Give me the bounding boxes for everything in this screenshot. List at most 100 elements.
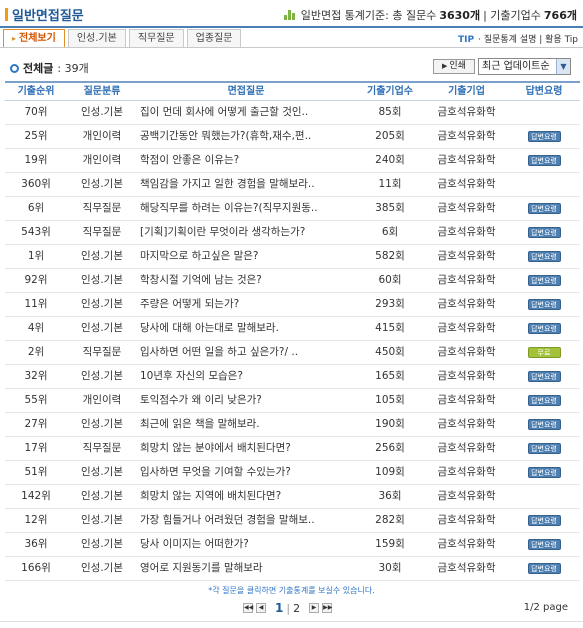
company-cell: 금호석유화학 — [437, 490, 496, 502]
question-link[interactable]: 입사하면 어떤 일을 하고 싶은가?/ .. — [137, 341, 355, 364]
category-cell: 인성.기본 — [81, 490, 123, 502]
question-link[interactable]: 당사에 대해 아는대로 말해보라. — [137, 317, 355, 340]
question-link[interactable]: 공백기간동안 뭐했는가?(휴학,재수,편.. — [137, 125, 355, 148]
question-link[interactable]: 책임감을 가지고 일한 경험을 말해보라.. — [137, 173, 355, 196]
answer-tips-button[interactable]: 답변요령 — [527, 275, 561, 286]
question-link[interactable]: 학점이 안좋은 이유는? — [137, 149, 355, 172]
table-row[interactable]: 36위 인성.기본 당사 이미지는 어떠한가? 159회 금호석유화학 답변요령 — [5, 533, 580, 557]
question-link[interactable]: 영어로 지원동기를 말해보라 — [137, 557, 355, 580]
prev-page-icon[interactable]: ◀ — [256, 603, 266, 613]
stats-prefix: 일반면접 통계기준: 총 질문수 — [300, 9, 437, 22]
tab-job[interactable]: 직무질문 — [128, 29, 184, 47]
bar-chart-icon — [283, 10, 295, 20]
table-row[interactable]: 51위 인성.기본 입사하면 무엇을 기여할 수있는가? 109회 금호석유화학 답변요령 — [5, 461, 580, 485]
tab-personality[interactable]: 인성.기본 — [67, 29, 126, 47]
pagination: ◀◀ ◀ 1 | 2 ▶ ▶▶ — [243, 601, 332, 615]
table-row[interactable]: 70위 인성.기본 집이 먼데 회사에 어떻게 출근할 것인.. 85회 금호석유화학 — [5, 101, 580, 125]
answer-tips-button[interactable]: 답변요령 — [527, 563, 561, 574]
table-row[interactable]: 17위 직무질문 희망치 않는 분야에서 배치된다면? 256회 금호석유화학 답변요령 — [5, 437, 580, 461]
answer-tips-button[interactable]: 답변요령 — [527, 323, 561, 334]
free-answer-button[interactable]: 무료 — [527, 347, 561, 358]
answer-cell: 답변요령 — [508, 197, 580, 220]
rank-cell: 27위 — [24, 418, 48, 430]
answer-tips-button[interactable]: 답변요령 — [527, 515, 561, 526]
question-link[interactable]: [기획]기획이란 무엇이라 생각하는가? — [137, 221, 355, 244]
rank-cell: 142위 — [21, 490, 51, 502]
table-row[interactable]: 55위 개인이력 토익점수가 왜 이리 낮은가? 105회 금호석유화학 답변요령 — [5, 389, 580, 413]
table-row[interactable]: 19위 개인이력 학점이 안좋은 이유는? 240회 금호석유화학 답변요령 — [5, 149, 580, 173]
page-current[interactable]: 1 — [275, 601, 283, 615]
table-row[interactable]: 142위 인성.기본 희망치 않는 지역에 배치된다면? 36회 금호석유화학 — [5, 485, 580, 509]
question-link[interactable]: 10년후 자신의 모습은? — [137, 365, 355, 388]
table-row[interactable]: 27위 인성.기본 최근에 읽은 책을 말해보라. 190회 금호석유화학 답변요령 — [5, 413, 580, 437]
table-row[interactable]: 12위 인성.기본 가장 힘들거나 어려웠던 경험을 말해보.. 282회 금호석유화학… — [5, 509, 580, 533]
category-cell: 인성.기본 — [81, 322, 123, 334]
answer-tips-button[interactable]: 답변요령 — [527, 443, 561, 454]
answer-tips-button[interactable]: 답변요령 — [527, 155, 561, 166]
question-link[interactable]: 마지막으로 하고싶은 말은? — [137, 245, 355, 268]
table-row[interactable]: 360위 인성.기본 책임감을 가지고 일한 경험을 말해보라.. 11회 금호석유화학 — [5, 173, 580, 197]
table-row[interactable]: 92위 인성.기본 학창시절 기억에 남는 것은? 60회 금호석유화학 답변요령 — [5, 269, 580, 293]
answer-tips-button[interactable]: 답변요령 — [527, 395, 561, 406]
question-link[interactable]: 토익점수가 왜 이리 낮은가? — [137, 389, 355, 412]
answer-cell: 답변요령 — [508, 461, 580, 484]
answer-tips-button[interactable]: 답변요령 — [527, 251, 561, 262]
answer-cell: 답변요령 — [508, 269, 580, 292]
table-row[interactable]: 6위 직무질문 해당직무를 하려는 이유는?(직무지원동.. 385회 금호석유화학 답변… — [5, 197, 580, 221]
company-cell: 금호석유화학 — [437, 394, 496, 406]
answer-tips-button[interactable]: 답변요령 — [527, 131, 561, 142]
table-row[interactable]: 543위 직무질문 [기획]기획이란 무엇이라 생각하는가? 6회 금호석유화학 답변요령 — [5, 221, 580, 245]
answer-tips-button[interactable]: 답변요령 — [527, 467, 561, 478]
answer-cell: 답변요령 — [508, 389, 580, 412]
tab-industry[interactable]: 업종질문 — [186, 29, 242, 47]
company-cell: 금호석유화학 — [437, 370, 496, 382]
company-cell: 금호석유화학 — [437, 538, 496, 550]
table-row[interactable]: 25위 개인이력 공백기간동안 뭐했는가?(휴학,재수,편.. 205회 금호석유화학 답… — [5, 125, 580, 149]
table-row[interactable]: 1위 인성.기본 마지막으로 하고싶은 말은? 582회 금호석유화학 답변요령 — [5, 245, 580, 269]
count-cell: 60회 — [378, 274, 402, 286]
answer-tips-button[interactable]: 답변요령 — [527, 371, 561, 382]
rank-cell: 70위 — [24, 106, 48, 118]
category-cell: 직무질문 — [82, 442, 122, 454]
question-link[interactable]: 희망치 않는 분야에서 배치된다면? — [137, 437, 355, 460]
question-link[interactable]: 가장 힘들거나 어려웠던 경험을 말해보.. — [137, 509, 355, 532]
chevron-down-icon[interactable]: ▼ — [556, 59, 570, 74]
next-page-icon[interactable]: ▶ — [309, 603, 320, 613]
question-link[interactable]: 입사하면 무엇을 기여할 수있는가? — [137, 461, 355, 484]
table-row[interactable]: 11위 인성.기본 주량은 어떻게 되는가? 293회 금호석유화학 답변요령 — [5, 293, 580, 317]
table-row[interactable]: 2위 직무질문 입사하면 어떤 일을 하고 싶은가?/ .. 450회 금호석유화학 무료 — [5, 341, 580, 365]
question-link[interactable]: 집이 먼데 회사에 어떻게 출근할 것인.. — [137, 101, 355, 124]
answer-cell: 답변요령 — [508, 221, 580, 244]
count-cell: 450회 — [375, 346, 405, 358]
answer-tips-button[interactable]: 답변요령 — [527, 227, 561, 238]
first-page-icon[interactable]: ◀◀ — [243, 603, 253, 613]
rank-cell: 19위 — [24, 154, 48, 166]
tip-links[interactable]: TIP · 질문통계 설명 | 활용 Tip — [458, 32, 578, 45]
rank-cell: 166위 — [21, 562, 51, 574]
answer-tips-button[interactable]: 답변요령 — [527, 539, 561, 550]
page-next-number[interactable]: 2 — [293, 602, 300, 615]
question-link[interactable]: 최근에 읽은 책을 말해보라. — [137, 413, 355, 436]
question-link[interactable]: 희망치 않는 지역에 배치된다면? — [137, 485, 355, 508]
table-row[interactable]: 4위 인성.기본 당사에 대해 아는대로 말해보라. 415회 금호석유화학 답변요령 — [5, 317, 580, 341]
count-cell: 165회 — [375, 370, 405, 382]
question-link[interactable]: 해당직무를 하려는 이유는?(직무지원동.. — [137, 197, 355, 220]
table-row[interactable]: 166위 인성.기본 영어로 지원동기를 말해보라 30회 금호석유화학 답변요령 — [5, 557, 580, 581]
table-row[interactable]: 32위 인성.기본 10년후 자신의 모습은? 165회 금호석유화학 답변요령 — [5, 365, 580, 389]
count-cell: 582회 — [375, 250, 405, 262]
answer-tips-button[interactable]: 답변요령 — [527, 299, 561, 310]
table-body: 70위 인성.기본 집이 먼데 회사에 어떻게 출근할 것인.. 85회 금호석유화학 2… — [5, 101, 580, 581]
last-page-icon[interactable]: ▶▶ — [322, 603, 332, 613]
answer-tips-button[interactable]: 답변요령 — [527, 203, 561, 214]
question-link[interactable]: 학창시절 기억에 남는 것은? — [137, 269, 355, 292]
col-question: 면접질문 — [227, 86, 265, 97]
sort-select[interactable]: 최근 업데이트순 ▼ — [478, 58, 571, 75]
tab-all[interactable]: ▸ 전체보기 — [3, 29, 65, 47]
question-link[interactable]: 주량은 어떻게 되는가? — [137, 293, 355, 316]
tip-text[interactable]: · 질문통계 설명 | 활용 Tip — [478, 35, 578, 45]
question-link[interactable]: 당사 이미지는 어떠한가? — [137, 533, 355, 556]
answer-tips-button[interactable]: 답변요령 — [527, 419, 561, 430]
print-button[interactable]: ▶ 인쇄 — [433, 59, 475, 74]
tab-arrow-icon: ▸ — [12, 34, 17, 43]
tab-divider — [0, 47, 583, 48]
